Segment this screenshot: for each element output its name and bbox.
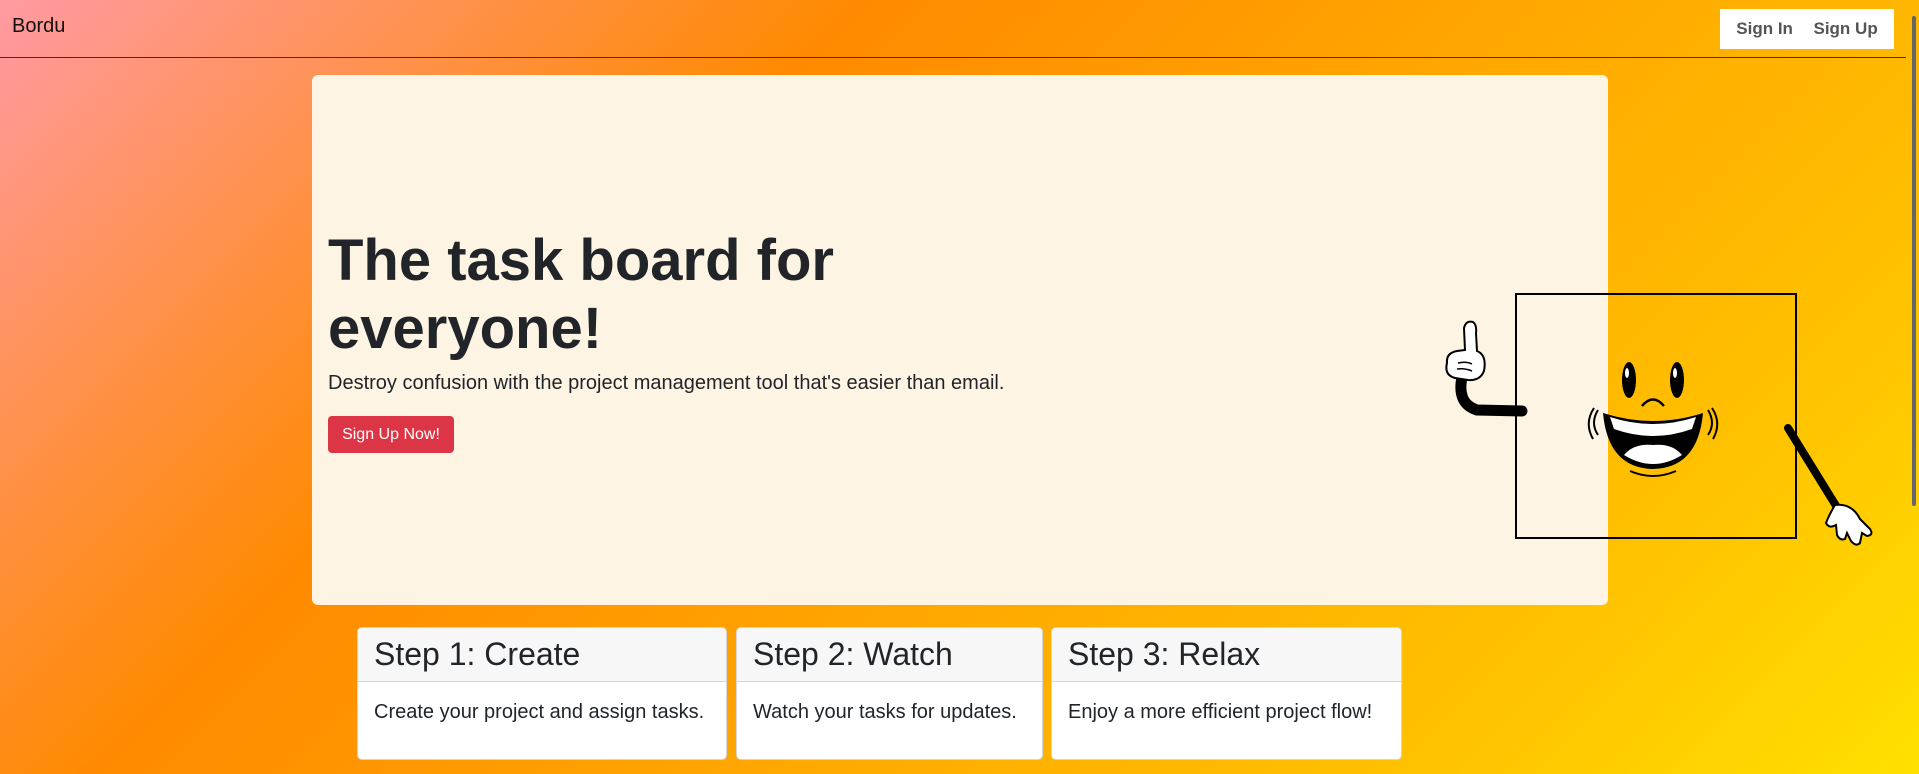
hero-subtitle: Destroy confusion with the project manag… bbox=[328, 372, 1005, 394]
step-card-text: Enjoy a more efficient project flow! bbox=[1068, 701, 1373, 723]
auth-buttons: Sign In Sign Up bbox=[1720, 9, 1894, 49]
step-card-title: Step 2: Watch bbox=[737, 628, 1042, 682]
step-card-title: Step 3: Relax bbox=[1052, 628, 1401, 682]
smiling-board-mascot-icon bbox=[1445, 293, 1873, 546]
vertical-scrollbar[interactable] bbox=[1906, 0, 1919, 774]
step-card-title: Step 1: Create bbox=[358, 628, 726, 682]
step-card-create: Step 1: Create Create your project and a… bbox=[357, 627, 727, 760]
sign-up-now-button[interactable]: Sign Up Now! bbox=[328, 416, 454, 453]
step-card-watch: Step 2: Watch Watch your tasks for updat… bbox=[736, 627, 1043, 760]
hero-title: The task board for everyone! bbox=[328, 228, 834, 361]
step-card-relax: Step 3: Relax Enjoy a more efficient pro… bbox=[1051, 627, 1402, 760]
sign-in-link[interactable]: Sign In bbox=[1736, 19, 1793, 39]
navbar: Bordu Sign In Sign Up bbox=[0, 0, 1906, 58]
scrollbar-thumb[interactable] bbox=[1912, 16, 1916, 506]
step-card-text: Create your project and assign tasks. bbox=[374, 701, 705, 723]
step-card-text: Watch your tasks for updates. bbox=[753, 701, 1017, 723]
brand-link[interactable]: Bordu bbox=[12, 15, 65, 38]
hero-section: The task board for everyone! Destroy con… bbox=[312, 75, 1873, 605]
sign-up-link[interactable]: Sign Up bbox=[1813, 19, 1877, 39]
